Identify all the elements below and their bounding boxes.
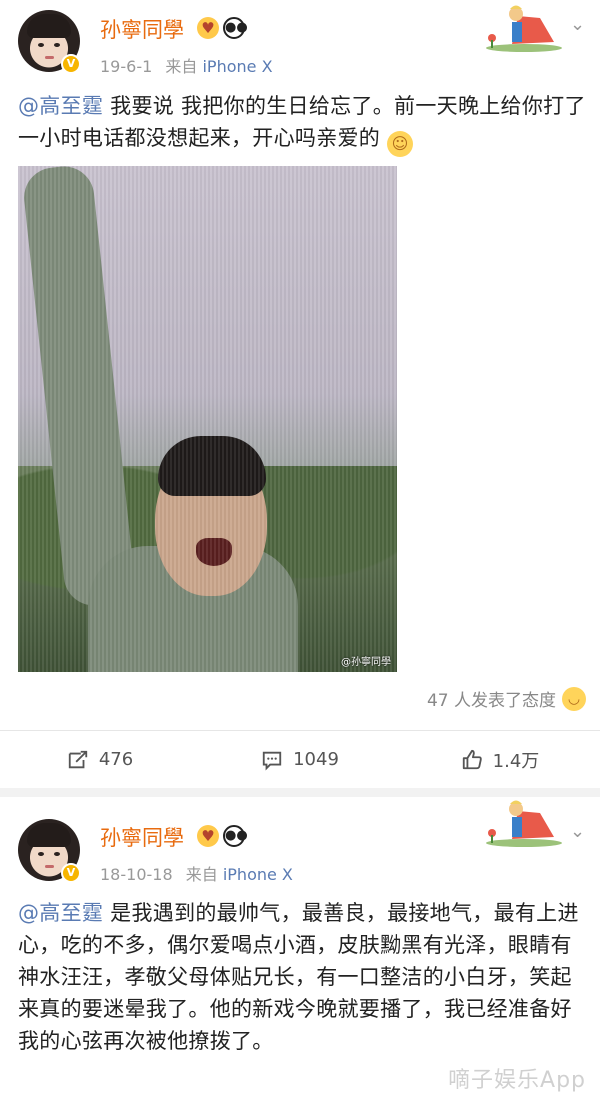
repost-icon [68, 750, 87, 768]
post-text: @高至霆 是我遇到的最帅气，最善良，最接地气，最有上进心，吃的不多，偶尔爱喝点小… [18, 897, 586, 1057]
repost-button[interactable]: 476 [0, 731, 200, 788]
photo-watermark: @孙寧同學 [341, 657, 391, 668]
post-text: @高至霆 我要说 我把你的生日给忘了。前一天晚上给你打了一小时电话都没想起来，开… [18, 90, 586, 157]
source-device[interactable]: iPhone X [202, 57, 272, 76]
fan-badge-icon[interactable]: ♥ [197, 825, 219, 847]
user-badges: ♥ ●● [197, 17, 248, 39]
post-body: 我要说 我把你的生日给忘了。前一天晚上给你打了一小时电话都没想起来，开心吗亲爱的 [18, 94, 586, 150]
chevron-down-icon[interactable]: ⌄ [570, 14, 585, 35]
post-date: 18-10-18 [100, 865, 173, 884]
action-bar: 476 1049 1.4万 [0, 731, 600, 788]
verified-icon: V [61, 54, 81, 74]
comment-button[interactable]: 1049 [200, 731, 400, 788]
post-card: V 孙寧同學 ♥ ●● 18-10-18 来自 iPhone X ⌄ @高至霆 … [0, 797, 600, 1110]
source-device[interactable]: iPhone X [223, 865, 293, 884]
panda-icon[interactable]: ●● [223, 825, 248, 847]
comment-icon [262, 751, 282, 770]
user-badges: ♥ ●● [197, 825, 248, 847]
username[interactable]: 孙寧同學 [100, 822, 184, 852]
like-count: 1.4万 [492, 750, 540, 772]
source-prefix: 来自 [165, 57, 198, 76]
post-body: 是我遇到的最帅气，最善良，最接地气，最有上进心，吃的不多，偶尔爱喝点小酒，皮肤黝… [18, 901, 579, 1053]
post-meta: 18-10-18 来自 iPhone X [100, 861, 293, 885]
repost-count: 476 [98, 749, 134, 770]
post-photo[interactable]: @孙寧同學 [18, 166, 397, 672]
panda-icon[interactable]: ●● [223, 17, 248, 39]
chevron-down-icon[interactable]: ⌄ [570, 821, 585, 842]
app-watermark: 嘀子娱乐App [448, 1068, 586, 1093]
card-decoration-icon [486, 5, 562, 52]
mention-link[interactable]: @高至霆 [18, 901, 103, 925]
reactions-text: 47 人发表了态度 [426, 691, 556, 711]
verified-icon: V [61, 863, 81, 883]
username[interactable]: 孙寧同學 [100, 14, 184, 44]
post-card: V 孙寧同學 ♥ ●● 19-6-1 来自 iPhone X ⌄ @高至霆 我要… [0, 0, 600, 788]
comment-count: 1049 [293, 749, 339, 770]
like-button[interactable]: 1.4万 [400, 731, 600, 788]
reactions-summary[interactable]: 47 人发表了态度 ◡ [427, 686, 586, 711]
like-icon [462, 749, 482, 769]
card-decoration-icon [486, 800, 562, 847]
post-date: 19-6-1 [100, 57, 153, 76]
post-meta: 19-6-1 来自 iPhone X [100, 53, 273, 77]
laugh-emoji-icon: ◡ [562, 686, 586, 711]
smile-emoji-icon: ☺ [387, 131, 414, 157]
source-prefix: 来自 [185, 865, 218, 884]
fan-badge-icon[interactable]: ♥ [197, 17, 219, 39]
mention-link[interactable]: @高至霆 [18, 94, 103, 118]
